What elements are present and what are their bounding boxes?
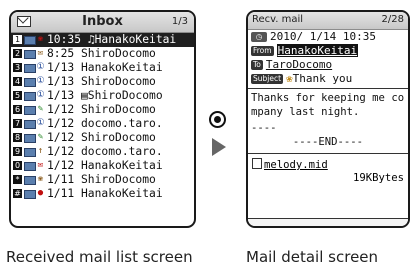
row-summary: 1/12 docomo.taro.	[47, 117, 163, 130]
list-header: Inbox 1/3	[11, 12, 194, 33]
mail-list-row[interactable]: * ❀ 1/11 ShiroDocomo	[11, 173, 194, 187]
envelope-icon	[24, 78, 36, 87]
status-icon: ✉	[37, 48, 44, 58]
mail-list-row[interactable]: 4 ① 1/13 ShiroDocomo	[11, 75, 194, 89]
row-number-key: 5	[13, 91, 22, 100]
detail-title: Recv. mail	[252, 14, 304, 25]
detail-bottom-bar	[248, 218, 408, 226]
row-number-key: 1	[13, 35, 22, 44]
date-row: ◷ 2010/ 1/14 10:35	[248, 30, 408, 44]
mail-subject: Thank you	[292, 72, 353, 85]
row-summary: 10:35 ♫HanakoKeitai	[47, 33, 177, 46]
row-number-key: 0	[13, 161, 22, 170]
row-number-key: #	[13, 189, 22, 198]
status-icon: ❀	[37, 34, 44, 44]
mail-list-row[interactable]: # ● 1/11 HanakoKeitai	[11, 187, 194, 201]
clock-icon: ◷	[251, 32, 267, 42]
caption-detail-screen: Mail detail screen	[246, 248, 379, 266]
status-icon: ❀	[37, 174, 44, 184]
from-row[interactable]: From HanakoKeitai	[248, 44, 408, 58]
from-address[interactable]: HanakoKeitai	[276, 44, 359, 57]
received-mail-list-screen: Inbox 1/3 1 ❀ 10:35 ♫HanakoKeitai 2 ✉ 8:25 S…	[9, 10, 196, 228]
subject-row: Subject ❀Thank you	[248, 72, 408, 86]
status-icon: ①	[36, 118, 45, 128]
select-key-icon	[209, 111, 226, 128]
row-summary: 1/12 ShiroDocomo	[47, 103, 156, 116]
caption-list-screen: Received mail list screen	[6, 248, 193, 266]
envelope-icon	[24, 134, 36, 143]
right-arrow-icon	[212, 138, 226, 156]
status-icon: ✉	[37, 160, 44, 170]
envelope-icon	[24, 92, 36, 101]
row-number-key: 7	[13, 119, 22, 128]
row-summary: 1/13 ShiroDocomo	[47, 75, 156, 88]
row-number-key: *	[13, 175, 22, 184]
mail-list-row[interactable]: 3 ① 1/13 HanakoKeitai	[11, 61, 194, 75]
mail-list: 1 ❀ 10:35 ♫HanakoKeitai 2 ✉ 8:25 ShiroDocomo…	[11, 33, 194, 201]
subject-label: Subject	[251, 74, 284, 84]
status-icon: ●	[37, 188, 44, 198]
mail-list-row[interactable]: 7 ① 1/12 docomo.taro.	[11, 117, 194, 131]
row-summary: 1/12 ShiroDocomo	[47, 131, 156, 144]
body-separator: ----	[251, 122, 277, 134]
envelope-icon	[24, 50, 36, 59]
status-icon: ✎	[37, 132, 44, 142]
row-summary: 1/11 HanakoKeitai	[47, 187, 163, 200]
envelope-icon	[24, 162, 36, 171]
status-icon: ↑	[37, 146, 44, 156]
envelope-icon	[24, 120, 36, 129]
attachment-size: 19KBytes	[352, 172, 404, 184]
detail-page-indicator: 2/28	[381, 14, 404, 25]
status-icon: ✎	[37, 104, 44, 114]
envelope-icon	[24, 176, 36, 185]
end-marker: ----END----	[292, 136, 364, 148]
attachment-link[interactable]: melody.mid	[252, 158, 328, 171]
mail-list-row[interactable]: 9 ↑ 1/12 docomo.taro.	[11, 145, 194, 159]
subject-flower-icon: ❀	[286, 72, 293, 85]
mail-list-row[interactable]: 1 ❀ 10:35 ♫HanakoKeitai	[11, 33, 194, 47]
mail-list-row[interactable]: 8 ✎ 1/12 ShiroDocomo	[11, 131, 194, 145]
to-address[interactable]: TaroDocomo	[266, 58, 332, 71]
row-summary: 8:25 ShiroDocomo	[47, 47, 156, 60]
from-label: From	[251, 46, 274, 56]
mail-detail-screen: Recv. mail 2/28 ◷ 2010/ 1/14 10:35 From Ha…	[246, 10, 410, 228]
row-number-key: 6	[13, 105, 22, 114]
detail-header: Recv. mail 2/28	[248, 12, 408, 30]
row-summary: 1/13 HanakoKeitai	[47, 61, 163, 74]
envelope-icon	[24, 36, 36, 45]
row-summary: 1/12 docomo.taro.	[47, 145, 163, 158]
envelope-icon	[24, 64, 36, 73]
row-number-key: 3	[13, 63, 22, 72]
status-icon: ①	[36, 90, 45, 100]
row-number-key: 8	[13, 133, 22, 142]
list-title: Inbox	[82, 14, 123, 29]
envelope-icon	[24, 190, 36, 199]
mail-date: 2010/ 1/14 10:35	[270, 30, 376, 43]
file-icon	[252, 158, 262, 169]
attachment[interactable]: melody.mid 19KBytes	[248, 154, 408, 184]
envelope-icon	[24, 148, 36, 157]
status-icon: ①	[36, 62, 45, 72]
to-label: To	[251, 60, 263, 70]
row-number-key: 2	[13, 49, 22, 58]
to-row[interactable]: To TaroDocomo	[248, 58, 408, 72]
row-summary: 1/12 HanakoKeitai	[47, 159, 163, 172]
row-summary: 1/13 ▤ShiroDocomo	[47, 89, 163, 102]
mail-list-row[interactable]: 0 ✉ 1/12 HanakoKeitai	[11, 159, 194, 173]
mail-list-row[interactable]: 5 ① 1/13 ▤ShiroDocomo	[11, 89, 194, 103]
list-page-indicator: 1/3	[171, 16, 188, 27]
mail-body: Thanks for keeping me company last night…	[251, 92, 405, 118]
status-icon: ①	[36, 76, 45, 86]
attachment-name: melody.mid	[264, 159, 328, 171]
row-number-key: 4	[13, 77, 22, 86]
mail-list-row[interactable]: 6 ✎ 1/12 ShiroDocomo	[11, 103, 194, 117]
mail-list-row[interactable]: 2 ✉ 8:25 ShiroDocomo	[11, 47, 194, 61]
envelope-icon	[24, 106, 36, 115]
row-summary: 1/11 ShiroDocomo	[47, 173, 156, 186]
row-number-key: 9	[13, 147, 22, 156]
